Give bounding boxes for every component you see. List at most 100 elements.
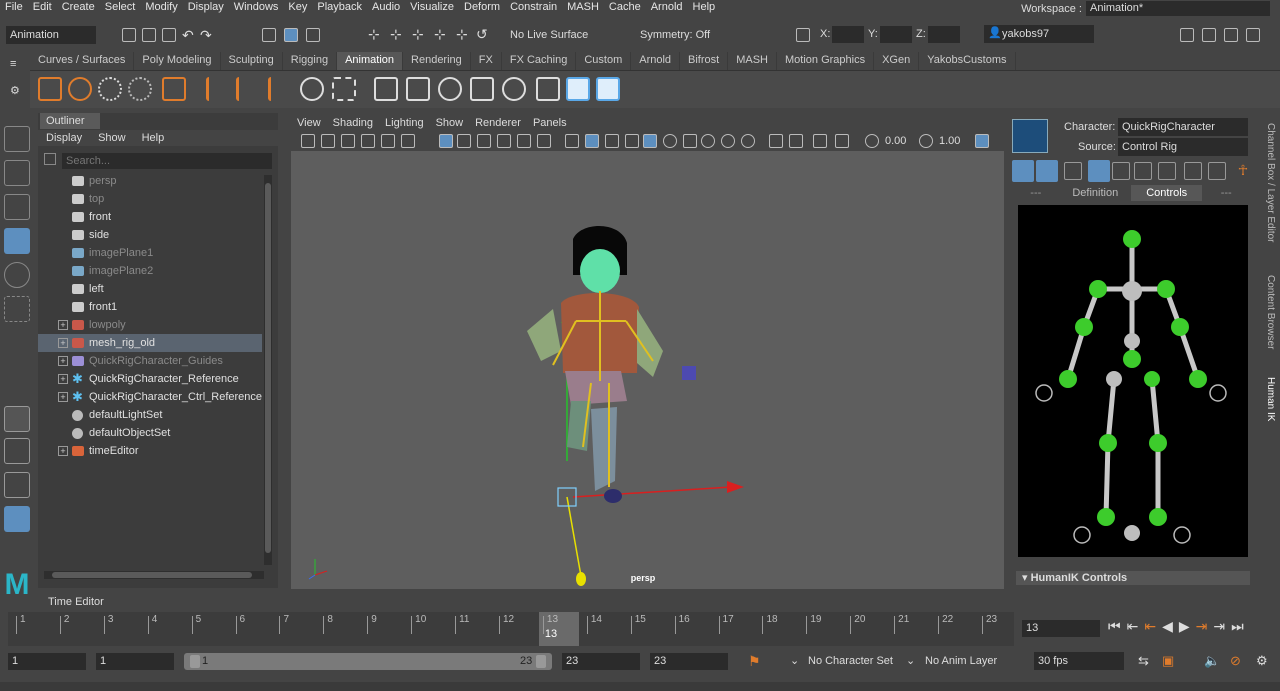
menu-display[interactable]: Display xyxy=(183,0,229,16)
fps-dropdown[interactable]: 30 fps xyxy=(1034,652,1124,670)
menu-windows[interactable]: Windows xyxy=(229,0,284,16)
outliner-search-input[interactable] xyxy=(62,153,272,169)
hik-controls-section[interactable]: ▾ HumanIK Controls xyxy=(1016,571,1250,585)
command-line[interactable] xyxy=(0,682,1280,691)
time-editor-tab[interactable]: Time Editor xyxy=(38,594,118,610)
shelf-settings-icon[interactable]: ⚙ xyxy=(10,84,20,97)
current-frame-field[interactable]: 13 xyxy=(1022,620,1100,637)
rotate-tool-icon[interactable] xyxy=(4,262,30,288)
bookmark-icon[interactable] xyxy=(341,134,355,148)
select-tool-icon[interactable] xyxy=(4,126,30,152)
ik-handle-icon[interactable] xyxy=(300,77,324,101)
shelf-tab-custom[interactable]: Custom xyxy=(576,52,632,70)
transform-mode-icon[interactable] xyxy=(796,28,810,42)
aim-constraint-icon[interactable] xyxy=(502,77,526,101)
character-set-dropdown[interactable]: No Character Set xyxy=(808,655,893,667)
hik-pin-icon[interactable] xyxy=(1036,160,1058,182)
smooth-shade-icon[interactable] xyxy=(585,134,599,148)
shelf-tab-sculpting[interactable]: Sculpting xyxy=(221,52,283,70)
loop-icon[interactable]: ⇆ xyxy=(1138,653,1149,669)
snap-grid-icon[interactable]: ⊹ xyxy=(368,26,380,43)
outliner-item[interactable]: front1 xyxy=(38,298,262,316)
menu-edit[interactable]: Edit xyxy=(28,0,57,16)
render-settings-icon[interactable] xyxy=(1180,28,1194,42)
redo-icon[interactable]: ↷ xyxy=(200,27,212,44)
wireframe-on-shaded-icon[interactable] xyxy=(625,134,639,148)
outliner-item[interactable]: + ✱ QuickRigCharacter_Ctrl_Reference xyxy=(38,388,262,406)
outliner-item[interactable]: + mesh_rig_old xyxy=(38,334,262,352)
open-scene-icon[interactable] xyxy=(142,28,156,42)
two-d-pan-icon[interactable] xyxy=(381,134,395,148)
shelf-menu-icon[interactable]: ≡ xyxy=(10,58,16,70)
outliner-item[interactable]: persp xyxy=(38,172,262,190)
next-key-icon[interactable]: ⇥ xyxy=(1196,618,1208,635)
shelf-options[interactable]: ≡ ⚙ xyxy=(6,52,24,108)
menu-set-dropdown[interactable]: Animation xyxy=(6,26,96,44)
range-end-handle[interactable] xyxy=(536,655,546,668)
expand-icon[interactable]: + xyxy=(58,392,68,402)
snap-surface-icon[interactable]: ⊹ xyxy=(456,26,468,43)
anim-layer-dropdown[interactable]: No Anim Layer xyxy=(925,655,997,667)
outliner-menu-display[interactable]: Display xyxy=(38,130,90,146)
snap-view-icon[interactable]: ⊹ xyxy=(434,26,446,43)
wireframe-icon[interactable] xyxy=(565,134,579,148)
outliner-item[interactable]: imagePlane2 xyxy=(38,262,262,280)
outliner-item[interactable]: front xyxy=(38,208,262,226)
parent-constraint-icon[interactable] xyxy=(374,77,398,101)
menu-modify[interactable]: Modify xyxy=(140,0,182,16)
shelf-tab-fx[interactable]: FX xyxy=(471,52,502,70)
channel-box-tab[interactable]: Channel Box / Layer Editor xyxy=(1265,123,1276,243)
prev-key-icon[interactable]: ⇤ xyxy=(1144,618,1156,635)
shelf-tab-rendering[interactable]: Rendering xyxy=(403,52,471,70)
hik-tab-right[interactable]: --- xyxy=(1202,185,1250,201)
outliner-vscroll[interactable] xyxy=(264,175,272,565)
motion-trail-icon[interactable] xyxy=(68,77,92,101)
viewport-menu-show[interactable]: Show xyxy=(430,115,470,131)
select-component-icon[interactable] xyxy=(306,28,320,42)
snap-curve-icon[interactable]: ⊹ xyxy=(390,26,402,43)
shelf-tab-bifrost[interactable]: Bifrost xyxy=(680,52,729,70)
menu-playback[interactable]: Playback xyxy=(312,0,367,16)
z-field[interactable] xyxy=(928,26,960,43)
shelf-tab-yakobscustoms[interactable]: YakobsCustoms xyxy=(919,52,1016,70)
symmetry-dropdown[interactable]: Symmetry: Off xyxy=(636,26,736,44)
menu-audio[interactable]: Audio xyxy=(367,0,405,16)
source-dropdown[interactable]: Control Rig xyxy=(1118,138,1248,156)
hik-full-body-icon[interactable] xyxy=(1064,162,1082,180)
character-dropdown[interactable]: QuickRigCharacter xyxy=(1118,118,1248,136)
outliner-hscroll[interactable] xyxy=(44,571,264,579)
outliner-item[interactable]: side xyxy=(38,226,262,244)
viewport-menu-shading[interactable]: Shading xyxy=(327,115,379,131)
outliner-item[interactable]: defaultLightSet xyxy=(38,406,262,424)
content-browser-tab[interactable]: Content Browser xyxy=(1265,275,1276,349)
shelf-tab-poly-modeling[interactable]: Poly Modeling xyxy=(134,52,221,70)
chevron-down-icon[interactable]: ⌄ xyxy=(790,654,799,667)
set-key-scale-icon[interactable] xyxy=(268,77,292,101)
anti-alias-icon[interactable] xyxy=(741,134,755,148)
current-time-indicator[interactable]: 13 xyxy=(538,612,579,646)
outliner-menu-show[interactable]: Show xyxy=(90,130,134,146)
new-scene-icon[interactable] xyxy=(122,28,136,42)
channel-box-icon[interactable] xyxy=(1246,28,1260,42)
expand-icon[interactable]: + xyxy=(58,320,68,330)
shelf-tab-rigging[interactable]: Rigging xyxy=(283,52,338,70)
expand-icon[interactable]: + xyxy=(58,338,68,348)
menu-mash[interactable]: MASH xyxy=(562,0,604,16)
hik-rig-icon[interactable]: ☥ xyxy=(1234,162,1252,180)
use-all-lights-icon[interactable] xyxy=(663,134,677,148)
hik-tab-left[interactable]: --- xyxy=(1012,185,1060,201)
camera-attributes-icon[interactable] xyxy=(321,134,335,148)
scene-end-field[interactable]: 23 xyxy=(650,653,728,670)
hik-tab-definition[interactable]: Definition xyxy=(1060,185,1131,201)
hik-mirror-icon[interactable] xyxy=(1208,162,1226,180)
point-constraint-icon[interactable] xyxy=(406,77,430,101)
shadows-icon[interactable] xyxy=(683,134,697,148)
move-manip-z-arrow[interactable] xyxy=(576,572,586,586)
four-view-layout-icon[interactable] xyxy=(4,438,30,464)
character-model[interactable] xyxy=(527,225,663,503)
tool-settings-icon[interactable] xyxy=(1224,28,1238,42)
attribute-editor-icon[interactable] xyxy=(1202,28,1216,42)
outliner-menu-help[interactable]: Help xyxy=(134,130,173,146)
exposure-value[interactable]: 0.00 xyxy=(885,135,906,147)
human-ik-icon[interactable] xyxy=(596,77,620,101)
